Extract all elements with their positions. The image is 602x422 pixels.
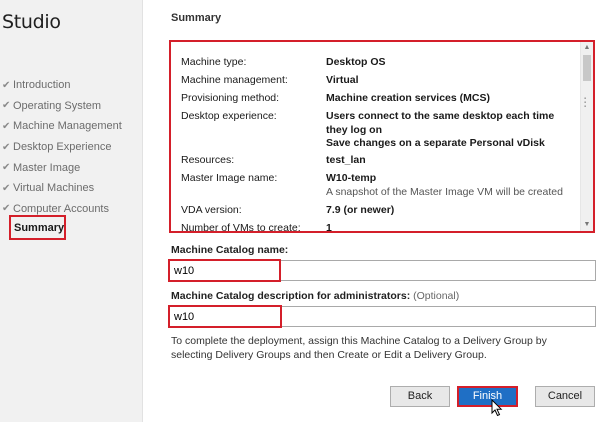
- summary-label: Resources:: [181, 154, 235, 166]
- summary-label: Machine management:: [181, 74, 288, 86]
- optional-hint: (Optional): [413, 290, 460, 302]
- summary-value: Desktop OS: [326, 56, 386, 68]
- summary-value: 7.9 (or newer): [326, 204, 395, 216]
- wizard-step-machine-management[interactable]: ✔ Machine Management: [2, 116, 122, 137]
- summary-value: Machine creation services (MCS): [326, 92, 490, 104]
- checkmark-icon: ✔: [2, 182, 11, 194]
- checkmark-icon: ✔: [2, 120, 11, 132]
- summary-value: W10-temp A snapshot of the Master Image …: [326, 172, 566, 199]
- summary-label: Number of VMs to create:: [181, 222, 301, 233]
- scroll-grip-icon: ▪ ▪ ▪: [584, 96, 587, 110]
- checkmark-icon: ✔: [2, 100, 11, 112]
- app-title: Studio: [2, 11, 61, 33]
- scroll-down-icon[interactable]: ▼: [581, 219, 593, 231]
- wizard-step-label: Computer Accounts: [13, 202, 109, 215]
- summary-value: Users connect to the same desktop each t…: [326, 110, 566, 151]
- wizard-step-label: Master Image: [13, 161, 81, 174]
- wizard-step-introduction[interactable]: ✔ Introduction: [2, 75, 122, 96]
- summary-label: VDA version:: [181, 204, 242, 216]
- page-title: Summary: [171, 12, 222, 24]
- checkmark-icon: ✔: [2, 203, 11, 215]
- summary-label: Provisioning method:: [181, 92, 280, 104]
- main-panel: Summary Machine type: Desktop OS Machine…: [144, 0, 602, 422]
- wizard-step-desktop-experience[interactable]: ✔ Desktop Experience: [2, 137, 122, 158]
- back-button[interactable]: Back: [390, 386, 450, 407]
- mouse-cursor-icon: [491, 399, 503, 417]
- finish-button[interactable]: Finish: [457, 386, 518, 407]
- wizard-steps: ✔ Introduction ✔ Operating System ✔ Mach…: [2, 75, 122, 219]
- summary-list: Machine type: Desktop OS Machine managem…: [169, 40, 595, 233]
- wizard-step-summary[interactable]: Summary: [9, 215, 66, 240]
- summary-value-line: Save changes on a separate Personal vDis…: [326, 137, 545, 149]
- summary-value-line: Users connect to the same desktop each t…: [326, 110, 555, 136]
- summary-label: Desktop experience:: [181, 110, 277, 122]
- wizard-step-label: Introduction: [13, 79, 71, 92]
- scroll-up-icon[interactable]: ▲: [581, 42, 593, 54]
- wizard-step-label: Desktop Experience: [13, 141, 112, 154]
- checkmark-icon: ✔: [2, 141, 11, 153]
- summary-scrollbar[interactable]: ▲ ▪ ▪ ▪ ▼: [580, 42, 593, 231]
- info-text: To complete the deployment, assign this …: [171, 335, 547, 361]
- catalog-name-input[interactable]: [169, 260, 596, 281]
- wizard-step-label: Machine Management: [13, 120, 122, 133]
- wizard-step-label: Virtual Machines: [13, 182, 95, 195]
- summary-value-line: W10-temp: [326, 172, 377, 184]
- catalog-description-label: Machine Catalog description for administ…: [171, 290, 459, 302]
- summary-value: 1: [326, 222, 332, 233]
- summary-value: test_lan: [326, 154, 366, 166]
- summary-value: Virtual: [326, 74, 359, 86]
- checkmark-icon: ✔: [2, 79, 11, 91]
- catalog-description-label-text: Machine Catalog description for administ…: [171, 290, 411, 302]
- catalog-name-label: Machine Catalog name:: [171, 244, 289, 256]
- wizard-sidebar: Studio ✔ Introduction ✔ Operating System…: [0, 0, 143, 422]
- cancel-button[interactable]: Cancel: [535, 386, 595, 407]
- summary-label: Master Image name:: [181, 172, 278, 184]
- scroll-thumb[interactable]: [583, 55, 591, 81]
- wizard-step-master-image[interactable]: ✔ Master Image: [2, 157, 122, 178]
- catalog-description-input[interactable]: [169, 306, 596, 327]
- summary-note: A snapshot of the Master Image VM will b…: [326, 185, 563, 198]
- wizard-step-operating-system[interactable]: ✔ Operating System: [2, 96, 122, 117]
- summary-label: Machine type:: [181, 56, 247, 68]
- wizard-step-virtual-machines[interactable]: ✔ Virtual Machines: [2, 178, 122, 199]
- checkmark-icon: ✔: [2, 162, 11, 174]
- wizard-step-label: Operating System: [13, 99, 102, 112]
